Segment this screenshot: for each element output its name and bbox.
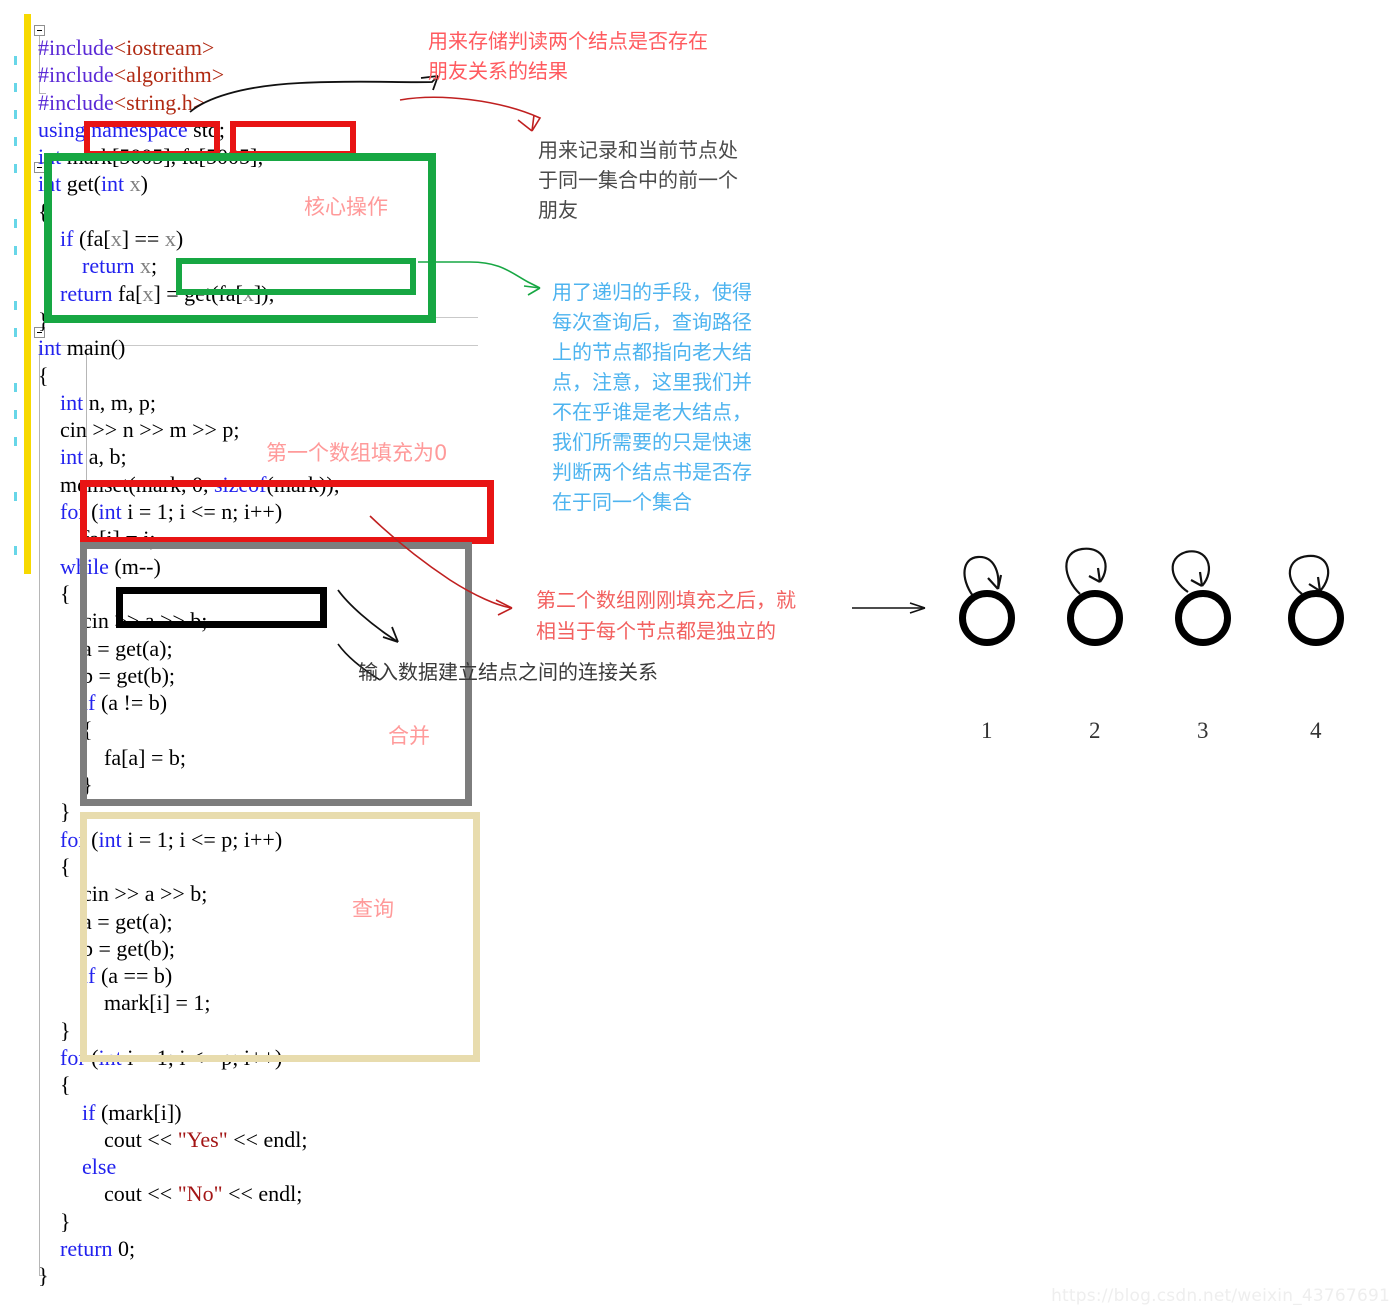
gutter-tick	[14, 164, 17, 173]
graph-node-label-2: 2	[1089, 718, 1101, 743]
graph-node-4	[1288, 590, 1344, 646]
annotation-input-edges: 输入数据建立结点之间的连接关系	[358, 660, 658, 684]
modified-lines-indicator	[24, 14, 31, 574]
highlight-box-query-loop	[80, 812, 480, 1062]
gutter-tick	[14, 410, 17, 419]
highlight-box-cin-input	[116, 587, 327, 628]
graph-node-label-1: 1	[981, 718, 993, 743]
gutter-tick	[14, 301, 17, 310]
gutter-tick	[14, 437, 17, 446]
highlight-box-mark-array	[84, 121, 220, 157]
gutter-tick	[14, 328, 17, 337]
annotation-query: 查询	[352, 897, 394, 921]
gutter-tick	[14, 110, 17, 119]
graph-node-2	[1067, 590, 1123, 646]
gutter-tick	[14, 383, 17, 392]
highlight-box-get-function	[44, 153, 436, 323]
gutter-tick	[14, 246, 17, 255]
annotation-fa-array: 用来记录和当前节点处 于同一集合中的前一个 朋友	[538, 138, 738, 222]
gutter-tick	[14, 83, 17, 92]
graph-node-1	[959, 590, 1015, 646]
annotation-memset: 第一个数组填充为0	[266, 441, 448, 465]
graph-node-label-4: 4	[1310, 718, 1322, 743]
annotation-core-operation: 核心操作	[304, 195, 388, 219]
gutter-tick	[14, 56, 17, 65]
node-diagram: 1 2 3 4	[940, 555, 1380, 760]
annotation-mark-array: 用来存储判读两个结点是否存在 朋友关系的结果	[428, 29, 708, 83]
gutter-tick	[14, 219, 17, 228]
highlight-box-init-loop	[80, 480, 494, 544]
graph-node-3	[1175, 590, 1231, 646]
watermark: https://blog.csdn.net/weixin_43767691	[1051, 1286, 1390, 1306]
highlight-box-fa-array	[230, 121, 356, 157]
graph-node-label-3: 3	[1197, 718, 1209, 743]
gutter-tick	[14, 492, 17, 501]
annotation-recursion: 用了递归的手段，使得 每次查询后，查询路径 上的节点都指向老大结 点，注意，这里…	[552, 280, 752, 514]
annotation-independent-nodes: 第二个数组刚刚填充之后，就 相当于每个节点都是独立的	[536, 588, 796, 643]
gutter-tick	[14, 546, 17, 555]
gutter-tick	[14, 137, 17, 146]
highlight-box-path-compression	[176, 258, 416, 295]
annotation-merge: 合并	[388, 724, 430, 748]
